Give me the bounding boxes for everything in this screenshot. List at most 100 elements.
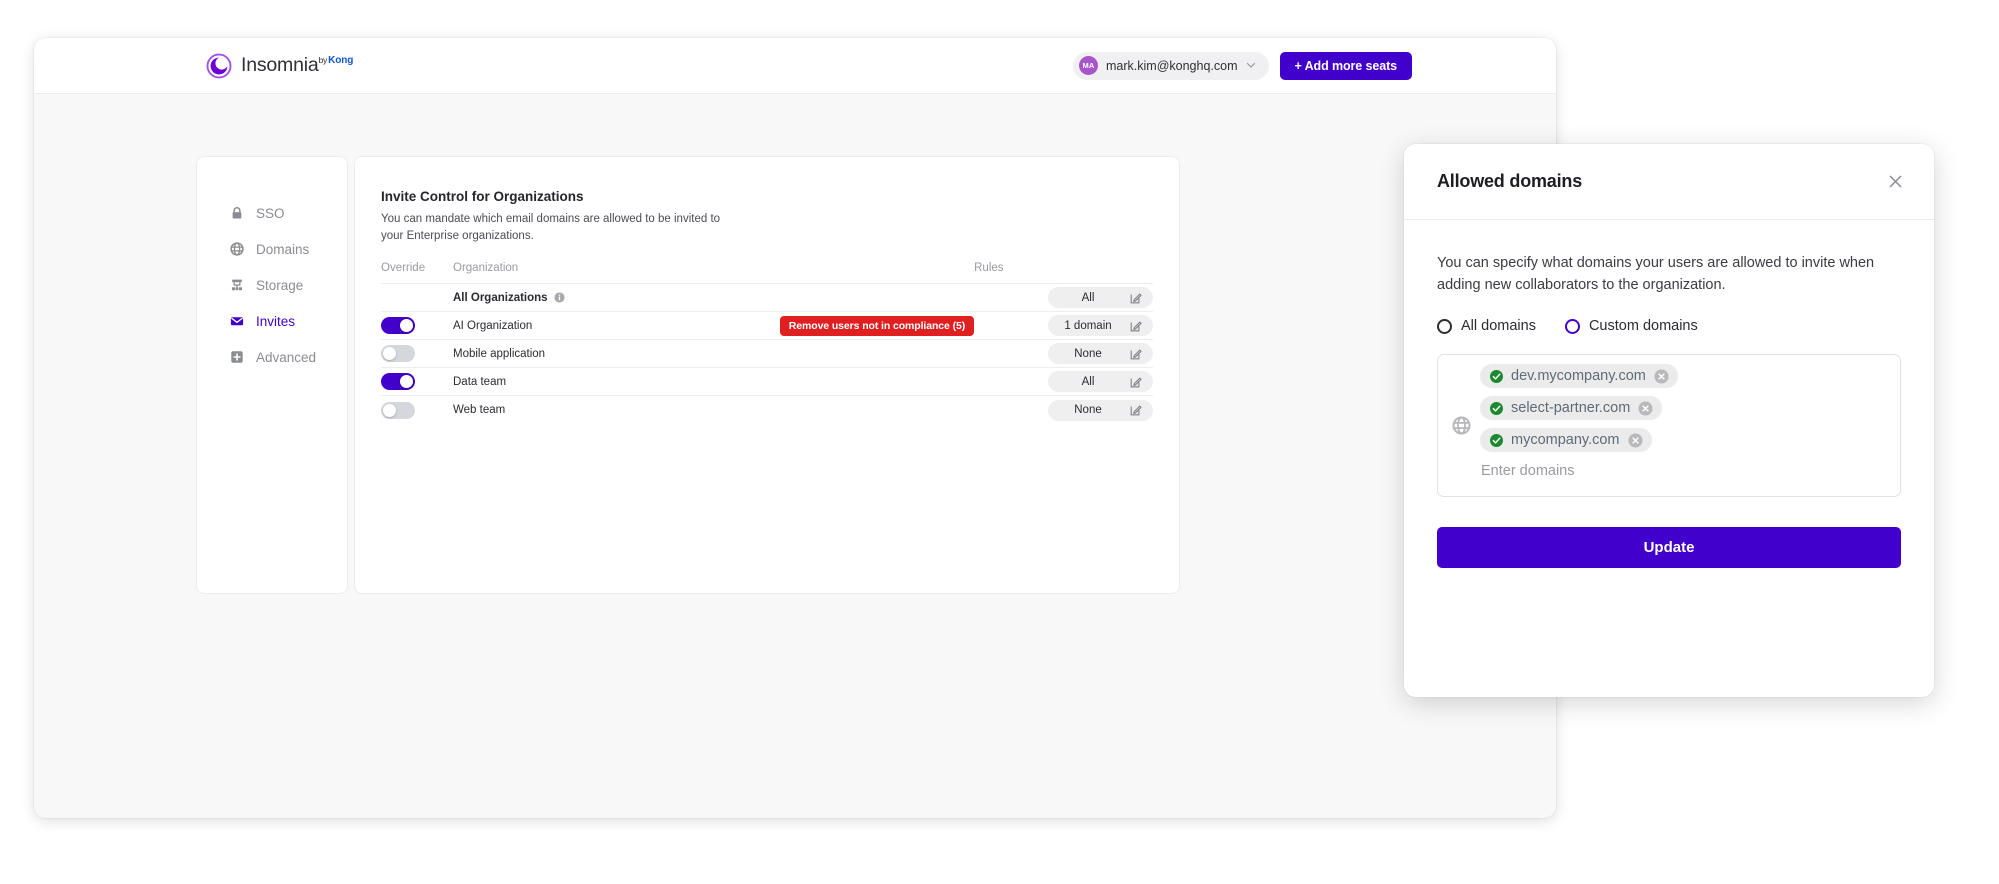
organization-label: AI Organization xyxy=(453,320,532,332)
brand-kong-text: Kong xyxy=(328,55,353,66)
cell-organization: Web team xyxy=(453,396,643,424)
domain-chip-label: select-partner.com xyxy=(1511,400,1630,416)
edit-icon[interactable] xyxy=(1130,292,1142,304)
edit-icon[interactable] xyxy=(1130,404,1142,416)
cell-compliance xyxy=(643,340,974,368)
table-body: All Organizations All AI Organization Remov… xyxy=(381,284,1153,424)
edit-icon[interactable] xyxy=(1130,376,1142,388)
toggle-knob xyxy=(400,375,413,388)
header-right: MA mark.kim@konghq.com + Add more seats xyxy=(1073,52,1412,80)
sidebar-item-domains[interactable]: Domains xyxy=(197,231,347,267)
dialog-description: You can specify what domains your users … xyxy=(1437,253,1901,296)
storage-icon xyxy=(229,278,244,293)
cell-override xyxy=(381,340,453,368)
table-row: Data team All xyxy=(381,368,1153,396)
remove-chip-icon[interactable] xyxy=(1638,401,1653,416)
radio-label: Custom domains xyxy=(1589,318,1698,334)
sidebar-item-label: SSO xyxy=(256,206,285,221)
column-header-organization: Organization xyxy=(453,262,643,284)
rules-value: 1 domain xyxy=(1060,320,1116,332)
brand-by-text: by xyxy=(319,55,328,65)
organization-label: Mobile application xyxy=(453,348,545,360)
page-subtitle: You can mandate which email domains are … xyxy=(381,211,741,244)
table-row: Web team None xyxy=(381,396,1153,424)
cell-override xyxy=(381,312,453,340)
table-row: AI Organization Remove users not in compl… xyxy=(381,312,1153,340)
domain-chip[interactable]: dev.mycompany.com xyxy=(1480,364,1678,388)
organization-name: Data team xyxy=(453,376,643,388)
override-toggle[interactable] xyxy=(381,402,415,419)
plus-square-icon xyxy=(229,350,244,365)
check-circle-icon xyxy=(1490,370,1503,383)
cell-organization: Data team xyxy=(453,368,643,396)
account-email: mark.kim@konghq.com xyxy=(1106,59,1237,73)
organization-label: All Organizations xyxy=(453,292,548,304)
cell-organization: AI Organization xyxy=(453,312,643,340)
edit-icon[interactable] xyxy=(1130,348,1142,360)
dialog-title: Allowed domains xyxy=(1437,171,1582,192)
close-icon[interactable] xyxy=(1884,171,1906,193)
update-button[interactable]: Update xyxy=(1437,527,1901,568)
cell-override xyxy=(381,368,453,396)
edit-icon[interactable] xyxy=(1130,320,1142,332)
table-header-row: Override Organization Rules xyxy=(381,262,1153,284)
remove-chip-icon[interactable] xyxy=(1654,369,1669,384)
brand-name: Insomnia by Kong xyxy=(241,54,353,77)
cell-rules: All xyxy=(974,368,1153,396)
remove-chip-icon[interactable] xyxy=(1628,433,1643,448)
allowed-domains-dialog: Allowed domains You can specify what dom… xyxy=(1404,144,1934,697)
rules-pill[interactable]: All xyxy=(1048,287,1153,308)
check-circle-icon xyxy=(1490,434,1503,447)
domain-chip[interactable]: mycompany.com xyxy=(1480,428,1652,452)
sidebar-item-advanced[interactable]: Advanced xyxy=(197,339,347,375)
rules-pill[interactable]: 1 domain xyxy=(1048,315,1153,336)
column-header-rules: Rules xyxy=(974,262,1153,284)
cell-rules: All xyxy=(974,284,1153,312)
domain-chip-label: mycompany.com xyxy=(1511,432,1620,448)
cell-compliance xyxy=(643,396,974,424)
rules-pill[interactable]: All xyxy=(1048,371,1153,392)
domain-chip-label: dev.mycompany.com xyxy=(1511,368,1646,384)
radio-all-domains[interactable]: All domains xyxy=(1437,318,1536,334)
cell-compliance xyxy=(643,284,974,312)
radio-custom-domains[interactable]: Custom domains xyxy=(1565,318,1698,334)
sidebar-item-label: Invites xyxy=(256,314,295,329)
chevron-down-icon xyxy=(1246,57,1256,75)
toggle-knob xyxy=(400,319,413,332)
cell-override xyxy=(381,396,453,424)
domain-input[interactable] xyxy=(1480,460,1888,482)
cell-organization: All Organizations xyxy=(453,284,643,312)
brand-name-text: Insomnia xyxy=(241,54,319,77)
rules-value: All xyxy=(1060,292,1116,304)
cell-compliance: Remove users not in compliance (5) xyxy=(643,312,974,340)
override-toggle[interactable] xyxy=(381,345,415,362)
override-toggle[interactable] xyxy=(381,317,415,334)
lock-icon xyxy=(229,206,244,221)
sidebar-item-sso[interactable]: SSO xyxy=(197,195,347,231)
domain-input-box[interactable]: dev.mycompany.com select-partner.com mycom… xyxy=(1437,354,1901,497)
organization-label: Data team xyxy=(453,376,506,388)
sidebar-item-invites[interactable]: Invites xyxy=(197,303,347,339)
toggle-knob xyxy=(383,404,396,417)
cell-organization: Mobile application xyxy=(453,340,643,368)
account-menu[interactable]: MA mark.kim@konghq.com xyxy=(1073,52,1268,80)
brand: Insomnia by Kong xyxy=(206,53,353,79)
compliance-badge[interactable]: Remove users not in compliance (5) xyxy=(780,316,974,336)
info-icon[interactable] xyxy=(554,292,565,303)
domain-chip[interactable]: select-partner.com xyxy=(1480,396,1662,420)
sidebar-item-storage[interactable]: Storage xyxy=(197,267,347,303)
organization-name: AI Organization xyxy=(453,320,643,332)
check-circle-icon xyxy=(1490,402,1503,415)
main-content: Invite Control for Organizations You can… xyxy=(354,156,1180,594)
sidebar: SSO Domains Storage Invites xyxy=(196,156,348,594)
override-toggle[interactable] xyxy=(381,373,415,390)
domain-mode-radio-group: All domains Custom domains xyxy=(1437,318,1901,334)
add-more-seats-button[interactable]: + Add more seats xyxy=(1280,52,1413,80)
cell-rules: None xyxy=(974,396,1153,424)
toggle-knob xyxy=(383,347,396,360)
globe-icon xyxy=(1448,364,1474,487)
rules-value: None xyxy=(1060,348,1116,360)
rules-pill[interactable]: None xyxy=(1048,400,1153,421)
radio-circle-icon xyxy=(1437,319,1452,334)
rules-pill[interactable]: None xyxy=(1048,343,1153,364)
